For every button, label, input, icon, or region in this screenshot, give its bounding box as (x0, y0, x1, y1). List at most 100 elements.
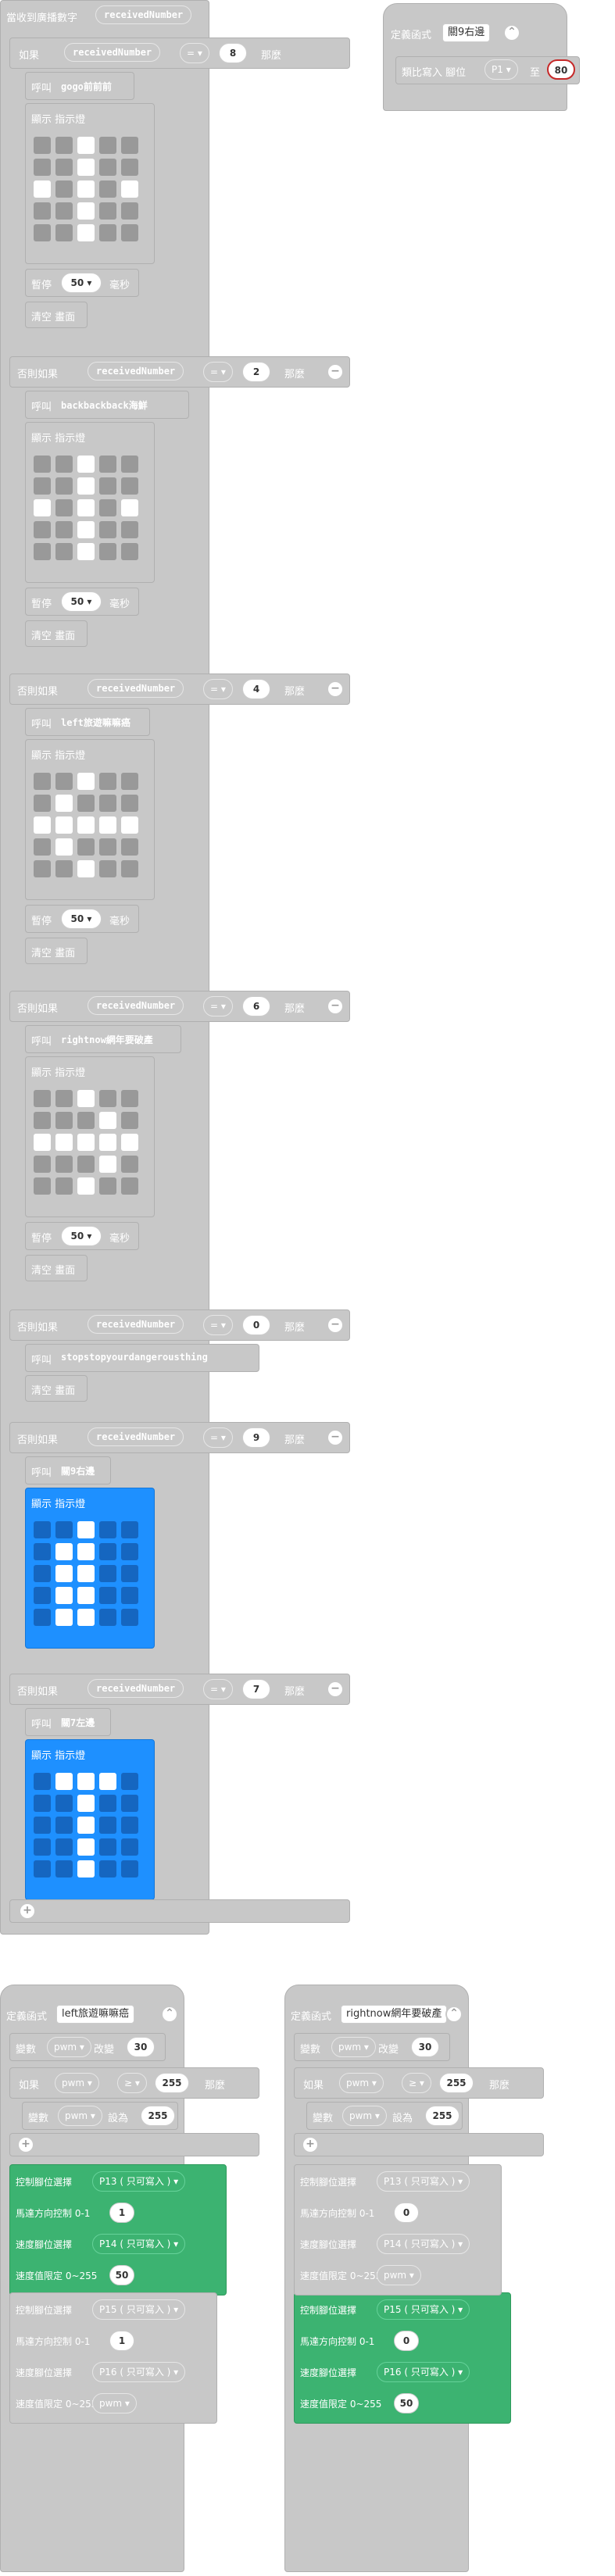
led[interactable] (121, 159, 138, 176)
led[interactable] (55, 1565, 73, 1582)
led[interactable] (77, 499, 95, 516)
led[interactable] (121, 1587, 138, 1604)
led[interactable] (77, 137, 95, 154)
led[interactable] (99, 1090, 116, 1107)
led[interactable] (99, 202, 116, 220)
motor-value[interactable]: 50 (394, 2393, 419, 2413)
compare-value[interactable]: 6 (242, 996, 270, 1016)
led[interactable] (99, 1521, 116, 1538)
pause-dropdown[interactable]: 50 ▾ (61, 273, 102, 293)
operator-dropdown[interactable]: ≥ ▾ (117, 2073, 147, 2093)
led[interactable] (121, 1112, 138, 1129)
compare-value[interactable]: 255 (439, 2073, 474, 2093)
led[interactable] (34, 499, 51, 516)
analog-value[interactable]: 80 (547, 59, 575, 80)
led[interactable] (55, 1587, 73, 1604)
led[interactable] (77, 543, 95, 560)
led[interactable] (77, 1860, 95, 1878)
led[interactable] (121, 838, 138, 856)
led[interactable] (34, 137, 51, 154)
led[interactable] (99, 1177, 116, 1195)
func-def-name[interactable]: rightnow網年要破產 (341, 2005, 448, 2024)
add-branch-icon[interactable]: + (17, 2136, 34, 2153)
led[interactable] (99, 521, 116, 538)
led[interactable] (99, 773, 116, 790)
compare-value[interactable]: 8 (219, 43, 247, 63)
led[interactable] (121, 795, 138, 812)
operator-dropdown[interactable]: = ▾ (203, 1679, 233, 1699)
led[interactable] (99, 795, 116, 812)
led[interactable] (55, 159, 73, 176)
received-number-var[interactable]: receivedNumber (88, 1315, 184, 1334)
led[interactable] (34, 543, 51, 560)
led[interactable] (121, 521, 138, 538)
led[interactable] (99, 1134, 116, 1151)
led[interactable] (55, 456, 73, 473)
compare-value[interactable]: 7 (242, 1679, 270, 1699)
led[interactable] (77, 1838, 95, 1856)
led[interactable] (121, 860, 138, 877)
led[interactable] (99, 838, 116, 856)
led[interactable] (77, 1565, 95, 1582)
led[interactable] (34, 1795, 51, 1812)
led[interactable] (99, 1773, 116, 1790)
led[interactable] (77, 795, 95, 812)
add-branch-icon[interactable]: + (302, 2136, 319, 2153)
led[interactable] (121, 1838, 138, 1856)
led[interactable] (99, 1543, 116, 1560)
pin-dropdown[interactable]: P15 ( 只可寫入 ) ▾ (92, 2299, 186, 2320)
led[interactable] (121, 1177, 138, 1195)
show-leds-block[interactable] (25, 422, 155, 583)
led[interactable] (121, 137, 138, 154)
led[interactable] (77, 202, 95, 220)
led[interactable] (121, 1134, 138, 1151)
led[interactable] (99, 1565, 116, 1582)
led[interactable] (99, 159, 116, 176)
led[interactable] (55, 1795, 73, 1812)
motor-value[interactable]: 0 (394, 2331, 419, 2351)
led[interactable] (77, 180, 95, 198)
led[interactable] (99, 860, 116, 877)
led[interactable] (55, 1543, 73, 1560)
set-value[interactable]: 255 (425, 2106, 459, 2126)
led[interactable] (121, 1543, 138, 1560)
led[interactable] (55, 1609, 73, 1626)
led[interactable] (121, 180, 138, 198)
led[interactable] (55, 477, 73, 495)
add-branch-icon[interactable]: + (19, 1903, 36, 1920)
led[interactable] (55, 1521, 73, 1538)
led[interactable] (121, 224, 138, 241)
func-def-name[interactable]: left旅遊嘛嘛癌 (56, 2005, 135, 2024)
led[interactable] (55, 521, 73, 538)
led[interactable] (34, 1177, 51, 1195)
led[interactable] (34, 1521, 51, 1538)
operator-dropdown[interactable]: = ▾ (203, 1427, 233, 1448)
led[interactable] (121, 1521, 138, 1538)
operator-dropdown[interactable]: = ▾ (203, 996, 233, 1016)
led[interactable] (55, 543, 73, 560)
var-dropdown[interactable]: pwm ▾ (331, 2037, 376, 2057)
led[interactable] (55, 499, 73, 516)
led[interactable] (34, 521, 51, 538)
led[interactable] (99, 1860, 116, 1878)
pause-dropdown[interactable]: 50 ▾ (61, 1226, 102, 1246)
led[interactable] (77, 1090, 95, 1107)
pin-dropdown[interactable]: P16 ( 只可寫入 ) ▾ (377, 2362, 470, 2382)
motor-value[interactable]: 0 (394, 2203, 419, 2223)
led[interactable] (77, 456, 95, 473)
led[interactable] (34, 1543, 51, 1560)
pin-dropdown[interactable]: P14 ( 只可寫入 ) ▾ (92, 2234, 186, 2254)
led[interactable] (77, 1773, 95, 1790)
remove-branch-icon[interactable]: − (327, 363, 344, 381)
led[interactable] (55, 202, 73, 220)
led[interactable] (77, 521, 95, 538)
led[interactable] (99, 1112, 116, 1129)
remove-branch-icon[interactable]: − (327, 1429, 344, 1446)
led[interactable] (55, 816, 73, 834)
led[interactable] (99, 1838, 116, 1856)
led[interactable] (121, 1565, 138, 1582)
led[interactable] (99, 499, 116, 516)
led[interactable] (77, 1177, 95, 1195)
remove-branch-icon[interactable]: − (327, 998, 344, 1015)
led[interactable] (77, 477, 95, 495)
